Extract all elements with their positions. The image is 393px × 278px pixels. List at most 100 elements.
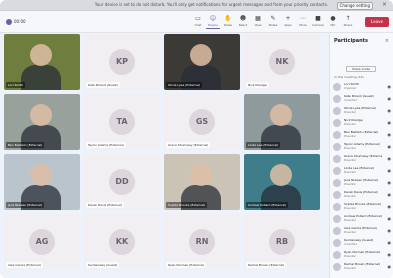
toolbar-mic-button[interactable]: ● Mic [327,15,339,29]
participant-name-label: Ryan Norman (External) [166,262,207,268]
participant-row[interactable]: Olivia Lyaa (External) Presenter ● [333,106,391,117]
avatar [333,155,341,163]
toolbar-view-button[interactable]: ▦ View [252,15,264,29]
people-icon: ☺ [209,15,217,22]
avatar: KP [109,49,135,75]
avatar [333,179,341,187]
participant-row[interactable]: Alex Garcia (External) Presenter ● [333,226,391,237]
avatar: KK [109,229,135,255]
mic-icon: ● [330,15,336,22]
participant-tile[interactable]: TA Taylor Adams (External) [84,94,160,150]
participant-row[interactable]: Andrew Pollard (External) Presenter ● [333,214,391,225]
video-feed [30,104,52,126]
participant-tile[interactable]: KK Kai Kenway (Guest) [84,214,160,270]
participant-role: Presenter [344,147,356,150]
participant-tile[interactable]: Linda Lee (External) [244,94,320,150]
avatar: AG [29,229,55,255]
participant-tile[interactable]: Olivia Lyaa (External) [164,34,240,90]
video-feed [270,164,292,186]
toolbar-people-button[interactable]: ☺ People [206,15,220,29]
participant-row[interactable]: Grace Shumway (External) Presenter ● [333,154,391,165]
video-feed [190,44,212,66]
avatar [333,107,341,115]
toolbar-share-button[interactable]: ↑ Share [342,15,354,29]
close-icon[interactable]: × [382,1,387,9]
mic-icon: ● [387,252,392,257]
participant-role: Presenter [344,195,356,198]
chat-icon: ▭ [195,15,201,22]
participant-name-label: Taylor Adams (External) [86,142,126,148]
avatar [333,131,341,139]
participant-tile[interactable]: AG Alex Garcia (External) [4,214,80,270]
avatar [333,203,341,211]
avatar [333,83,341,91]
toolbar-button-label: Share [343,23,353,27]
teams-meeting-window: Your device is set to do not disturb. Yo… [0,0,393,278]
participant-name-label: Lori Smith [6,82,26,88]
participant-row[interactable]: Ryan Norman (External) Presenter ● [333,250,391,261]
participant-row[interactable]: Derek Davis (External) Presenter ● [333,190,391,201]
dnd-notice-text: Your device is set to do not disturb. Yo… [94,2,329,7]
toolbar-chat-button[interactable]: ▭ Chat [192,15,204,29]
toolbar-button-label: Mic [330,23,336,27]
participant-tile[interactable]: Sophie Brooks (External) [164,154,240,210]
video-feed-body [21,65,61,90]
participant-role: Presenter [344,111,356,114]
participant-role: Unverified [344,243,357,246]
toolbar-react-button[interactable]: ☻ React [237,15,249,29]
toolbar-button-label: People [208,23,218,27]
panel-title: Participants [334,38,369,44]
mic-icon: ● [387,228,392,233]
participant-row[interactable]: Taylor Adams (External) Presenter ● [333,142,391,153]
view-icon: ▦ [255,15,261,22]
mic-icon: ● [387,180,392,185]
toolbar-more-button[interactable]: ⋯ More [297,15,309,29]
toolbar-notes-button[interactable]: ✎ Notes [267,15,279,29]
change-setting-button[interactable]: Change setting [336,2,373,10]
share-invite-button[interactable]: Share invite [346,66,376,72]
toolbar-button-label: Notes [268,23,278,27]
avatar [333,215,341,223]
toolbar-apps-button[interactable]: + Apps [282,15,294,29]
participant-tile[interactable]: KP Kate Poland (Guest) [84,34,160,90]
mic-icon: ● [387,264,392,269]
meeting-toolbar: 00:00 ▭ Chat ☺ People ✋ Raise ☻ React ▦ View ✎ Note… [0,11,393,33]
video-grid: Lori Smith KP Kate Poland (Guest) Olivia Ly… [4,34,324,274]
participant-row[interactable]: Kate Poland (Guest) Unverified ● [333,94,391,105]
participant-role: Presenter [344,267,356,270]
video-feed [30,44,52,66]
participant-row[interactable]: Sophie Brooks (External) Presenter ● [333,202,391,213]
avatar [333,95,341,103]
participant-row[interactable]: Lori Smith Organizer ● [333,82,391,93]
participant-tile[interactable]: RB Rachel Brown (External) [244,214,320,270]
mic-icon: ● [387,96,392,101]
participant-tile[interactable]: Andrew Pollard (External) [244,154,320,210]
participant-row[interactable]: Linda Lee (External) Presenter ● [333,166,391,177]
participant-row[interactable]: Jens Nielsen (External) Presenter ● [333,178,391,189]
mic-icon: ● [387,132,392,137]
participant-row[interactable]: Kai Kenway (Guest) Unverified ● [333,238,391,249]
participant-tile[interactable]: Lori Smith [4,34,80,90]
avatar: RN [189,229,215,255]
participant-tile[interactable]: GS Grace Shumway (External) [164,94,240,150]
avatar [333,191,341,199]
leave-button[interactable]: Leave [365,17,389,27]
participant-row[interactable]: Nick Kiledge Presenter ● [333,118,391,129]
avatar [333,119,341,127]
avatar: TA [109,109,135,135]
close-icon[interactable]: × [385,37,389,45]
participant-tile[interactable]: Jens Nielsen (External) [4,154,80,210]
toolbar-camera-button[interactable]: ■ Camera [312,15,324,29]
participant-row[interactable]: Rachel Brown (External) Presenter ● [333,262,391,273]
participant-role: Unverified [344,99,357,102]
avatar: NK [269,49,295,75]
participant-tile[interactable]: DD Derek Davis (External) [84,154,160,210]
mic-icon: ● [387,192,392,197]
participant-tile[interactable]: NK Nick Kiledge [244,34,320,90]
toolbar-raise-button[interactable]: ✋ Raise [222,15,234,29]
participant-tile[interactable]: Ben Baldwin (External) [4,94,80,150]
toolbar-button-label: React [238,23,248,27]
participant-tile[interactable]: RN Ryan Norman (External) [164,214,240,270]
apps-icon: + [285,15,291,22]
participant-row[interactable]: Ben Baldwin (External) Presenter ● [333,130,391,141]
